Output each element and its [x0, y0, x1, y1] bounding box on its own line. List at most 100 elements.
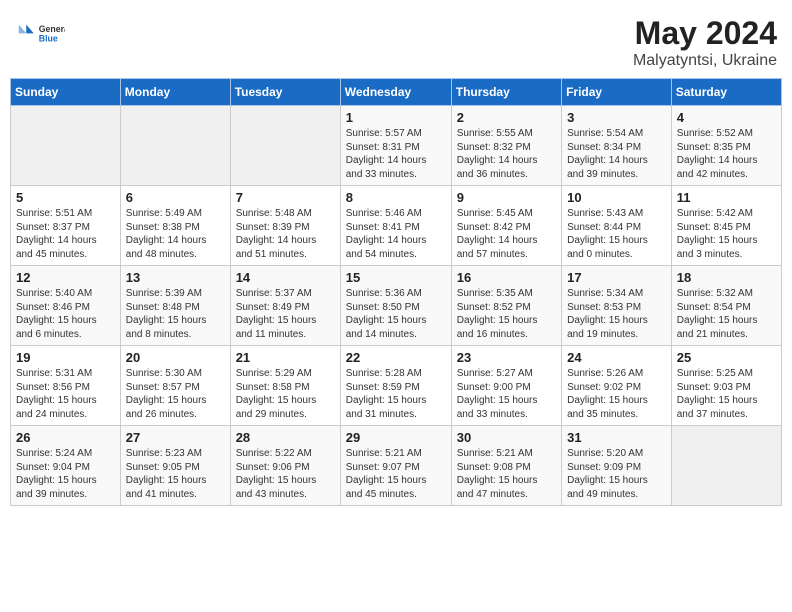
day-number: 27: [126, 430, 225, 445]
weekday-header-sunday: Sunday: [11, 79, 121, 106]
day-info: Sunrise: 5:32 AM Sunset: 8:54 PM Dayligh…: [677, 287, 776, 341]
calendar-cell: 29 Sunrise: 5:21 AM Sunset: 9:07 PM Dayli…: [340, 426, 451, 506]
calendar-cell: 27 Sunrise: 5:23 AM Sunset: 9:05 PM Dayli…: [120, 426, 230, 506]
day-info: Sunrise: 5:55 AM Sunset: 8:32 PM Dayligh…: [457, 127, 556, 181]
calendar-cell: 15 Sunrise: 5:36 AM Sunset: 8:50 PM Dayli…: [340, 266, 451, 346]
day-number: 8: [346, 190, 446, 205]
calendar-cell: 11 Sunrise: 5:42 AM Sunset: 8:45 PM Dayli…: [671, 186, 781, 266]
day-number: 28: [236, 430, 335, 445]
day-number: 3: [567, 110, 666, 125]
weekday-header-row: SundayMondayTuesdayWednesdayThursdayFrid…: [11, 79, 782, 106]
calendar-cell: 5Sunrise: 5:51 AM Sunset: 8:37 PM Daylig…: [11, 186, 121, 266]
calendar-cell: 8 Sunrise: 5:46 AM Sunset: 8:41 PM Daylig…: [340, 186, 451, 266]
day-number: 18: [677, 270, 776, 285]
day-info: Sunrise: 5:26 AM Sunset: 9:02 PM Dayligh…: [567, 367, 666, 421]
day-info: Sunrise: 5:30 AM Sunset: 8:57 PM Dayligh…: [126, 367, 225, 421]
calendar-cell: [230, 106, 340, 186]
page-header: General Blue May 2024 Malyatyntsi, Ukrai…: [10, 10, 782, 70]
day-number: 1: [346, 110, 446, 125]
weekday-header-monday: Monday: [120, 79, 230, 106]
day-number: 2: [457, 110, 556, 125]
weekday-header-friday: Friday: [562, 79, 672, 106]
day-number: 9: [457, 190, 556, 205]
day-number: 6: [126, 190, 225, 205]
day-number: 19: [16, 350, 115, 365]
day-info: Sunrise: 5:25 AM Sunset: 9:03 PM Dayligh…: [677, 367, 776, 421]
day-info: Sunrise: 5:45 AM Sunset: 8:42 PM Dayligh…: [457, 207, 556, 261]
day-number: 29: [346, 430, 446, 445]
calendar-week-3: 12Sunrise: 5:40 AM Sunset: 8:46 PM Dayli…: [11, 266, 782, 346]
calendar-cell: 7 Sunrise: 5:48 AM Sunset: 8:39 PM Daylig…: [230, 186, 340, 266]
day-number: 15: [346, 270, 446, 285]
day-number: 24: [567, 350, 666, 365]
calendar-cell: 4Sunrise: 5:52 AM Sunset: 8:35 PM Daylig…: [671, 106, 781, 186]
day-info: Sunrise: 5:52 AM Sunset: 8:35 PM Dayligh…: [677, 127, 776, 181]
calendar-cell: 28 Sunrise: 5:22 AM Sunset: 9:06 PM Dayli…: [230, 426, 340, 506]
day-info: Sunrise: 5:39 AM Sunset: 8:48 PM Dayligh…: [126, 287, 225, 341]
day-info: Sunrise: 5:57 AM Sunset: 8:31 PM Dayligh…: [346, 127, 446, 181]
day-info: Sunrise: 5:23 AM Sunset: 9:05 PM Dayligh…: [126, 447, 225, 501]
day-number: 7: [236, 190, 335, 205]
calendar-cell: [120, 106, 230, 186]
day-info: Sunrise: 5:46 AM Sunset: 8:41 PM Dayligh…: [346, 207, 446, 261]
calendar-title: May 2024: [633, 15, 777, 52]
calendar-cell: 10 Sunrise: 5:43 AM Sunset: 8:44 PM Dayli…: [562, 186, 672, 266]
day-number: 17: [567, 270, 666, 285]
svg-text:General: General: [39, 24, 65, 34]
calendar-location: Malyatyntsi, Ukraine: [633, 52, 777, 70]
calendar-cell: 25 Sunrise: 5:25 AM Sunset: 9:03 PM Dayli…: [671, 346, 781, 426]
svg-text:Blue: Blue: [39, 34, 58, 44]
calendar-cell: 23Sunrise: 5:27 AM Sunset: 9:00 PM Dayli…: [451, 346, 561, 426]
day-info: Sunrise: 5:22 AM Sunset: 9:06 PM Dayligh…: [236, 447, 335, 501]
day-info: Sunrise: 5:42 AM Sunset: 8:45 PM Dayligh…: [677, 207, 776, 261]
calendar-cell: 9 Sunrise: 5:45 AM Sunset: 8:42 PM Daylig…: [451, 186, 561, 266]
day-number: 31: [567, 430, 666, 445]
calendar-cell: 21Sunrise: 5:29 AM Sunset: 8:58 PM Dayli…: [230, 346, 340, 426]
calendar-cell: [11, 106, 121, 186]
day-number: 26: [16, 430, 115, 445]
calendar-cell: 24 Sunrise: 5:26 AM Sunset: 9:02 PM Dayli…: [562, 346, 672, 426]
calendar-cell: 26 Sunrise: 5:24 AM Sunset: 9:04 PM Dayli…: [11, 426, 121, 506]
calendar-cell: 20 Sunrise: 5:30 AM Sunset: 8:57 PM Dayli…: [120, 346, 230, 426]
day-number: 13: [126, 270, 225, 285]
calendar-cell: 2 Sunrise: 5:55 AM Sunset: 8:32 PM Daylig…: [451, 106, 561, 186]
calendar-cell: 6 Sunrise: 5:49 AM Sunset: 8:38 PM Daylig…: [120, 186, 230, 266]
day-info: Sunrise: 5:36 AM Sunset: 8:50 PM Dayligh…: [346, 287, 446, 341]
day-info: Sunrise: 5:43 AM Sunset: 8:44 PM Dayligh…: [567, 207, 666, 261]
calendar-week-2: 5Sunrise: 5:51 AM Sunset: 8:37 PM Daylig…: [11, 186, 782, 266]
calendar-week-1: 1 Sunrise: 5:57 AM Sunset: 8:31 PM Daylig…: [11, 106, 782, 186]
day-number: 25: [677, 350, 776, 365]
calendar-table: SundayMondayTuesdayWednesdayThursdayFrid…: [10, 78, 782, 506]
calendar-cell: 31Sunrise: 5:20 AM Sunset: 9:09 PM Dayli…: [562, 426, 672, 506]
day-number: 20: [126, 350, 225, 365]
calendar-cell: 18 Sunrise: 5:32 AM Sunset: 8:54 PM Dayli…: [671, 266, 781, 346]
day-info: Sunrise: 5:28 AM Sunset: 8:59 PM Dayligh…: [346, 367, 446, 421]
day-info: Sunrise: 5:21 AM Sunset: 9:07 PM Dayligh…: [346, 447, 446, 501]
day-info: Sunrise: 5:49 AM Sunset: 8:38 PM Dayligh…: [126, 207, 225, 261]
calendar-week-5: 26 Sunrise: 5:24 AM Sunset: 9:04 PM Dayli…: [11, 426, 782, 506]
day-number: 23: [457, 350, 556, 365]
day-number: 16: [457, 270, 556, 285]
day-number: 21: [236, 350, 335, 365]
day-number: 11: [677, 190, 776, 205]
weekday-header-thursday: Thursday: [451, 79, 561, 106]
calendar-week-4: 19Sunrise: 5:31 AM Sunset: 8:56 PM Dayli…: [11, 346, 782, 426]
day-info: Sunrise: 5:34 AM Sunset: 8:53 PM Dayligh…: [567, 287, 666, 341]
day-number: 14: [236, 270, 335, 285]
logo: General Blue: [15, 15, 65, 53]
calendar-cell: 1 Sunrise: 5:57 AM Sunset: 8:31 PM Daylig…: [340, 106, 451, 186]
day-number: 12: [16, 270, 115, 285]
day-number: 10: [567, 190, 666, 205]
day-info: Sunrise: 5:21 AM Sunset: 9:08 PM Dayligh…: [457, 447, 556, 501]
day-number: 30: [457, 430, 556, 445]
title-block: May 2024 Malyatyntsi, Ukraine: [633, 15, 777, 70]
calendar-cell: 19Sunrise: 5:31 AM Sunset: 8:56 PM Dayli…: [11, 346, 121, 426]
day-info: Sunrise: 5:35 AM Sunset: 8:52 PM Dayligh…: [457, 287, 556, 341]
day-info: Sunrise: 5:48 AM Sunset: 8:39 PM Dayligh…: [236, 207, 335, 261]
day-info: Sunrise: 5:24 AM Sunset: 9:04 PM Dayligh…: [16, 447, 115, 501]
calendar-cell: 14Sunrise: 5:37 AM Sunset: 8:49 PM Dayli…: [230, 266, 340, 346]
day-info: Sunrise: 5:51 AM Sunset: 8:37 PM Dayligh…: [16, 207, 115, 261]
weekday-header-tuesday: Tuesday: [230, 79, 340, 106]
weekday-header-wednesday: Wednesday: [340, 79, 451, 106]
weekday-header-saturday: Saturday: [671, 79, 781, 106]
